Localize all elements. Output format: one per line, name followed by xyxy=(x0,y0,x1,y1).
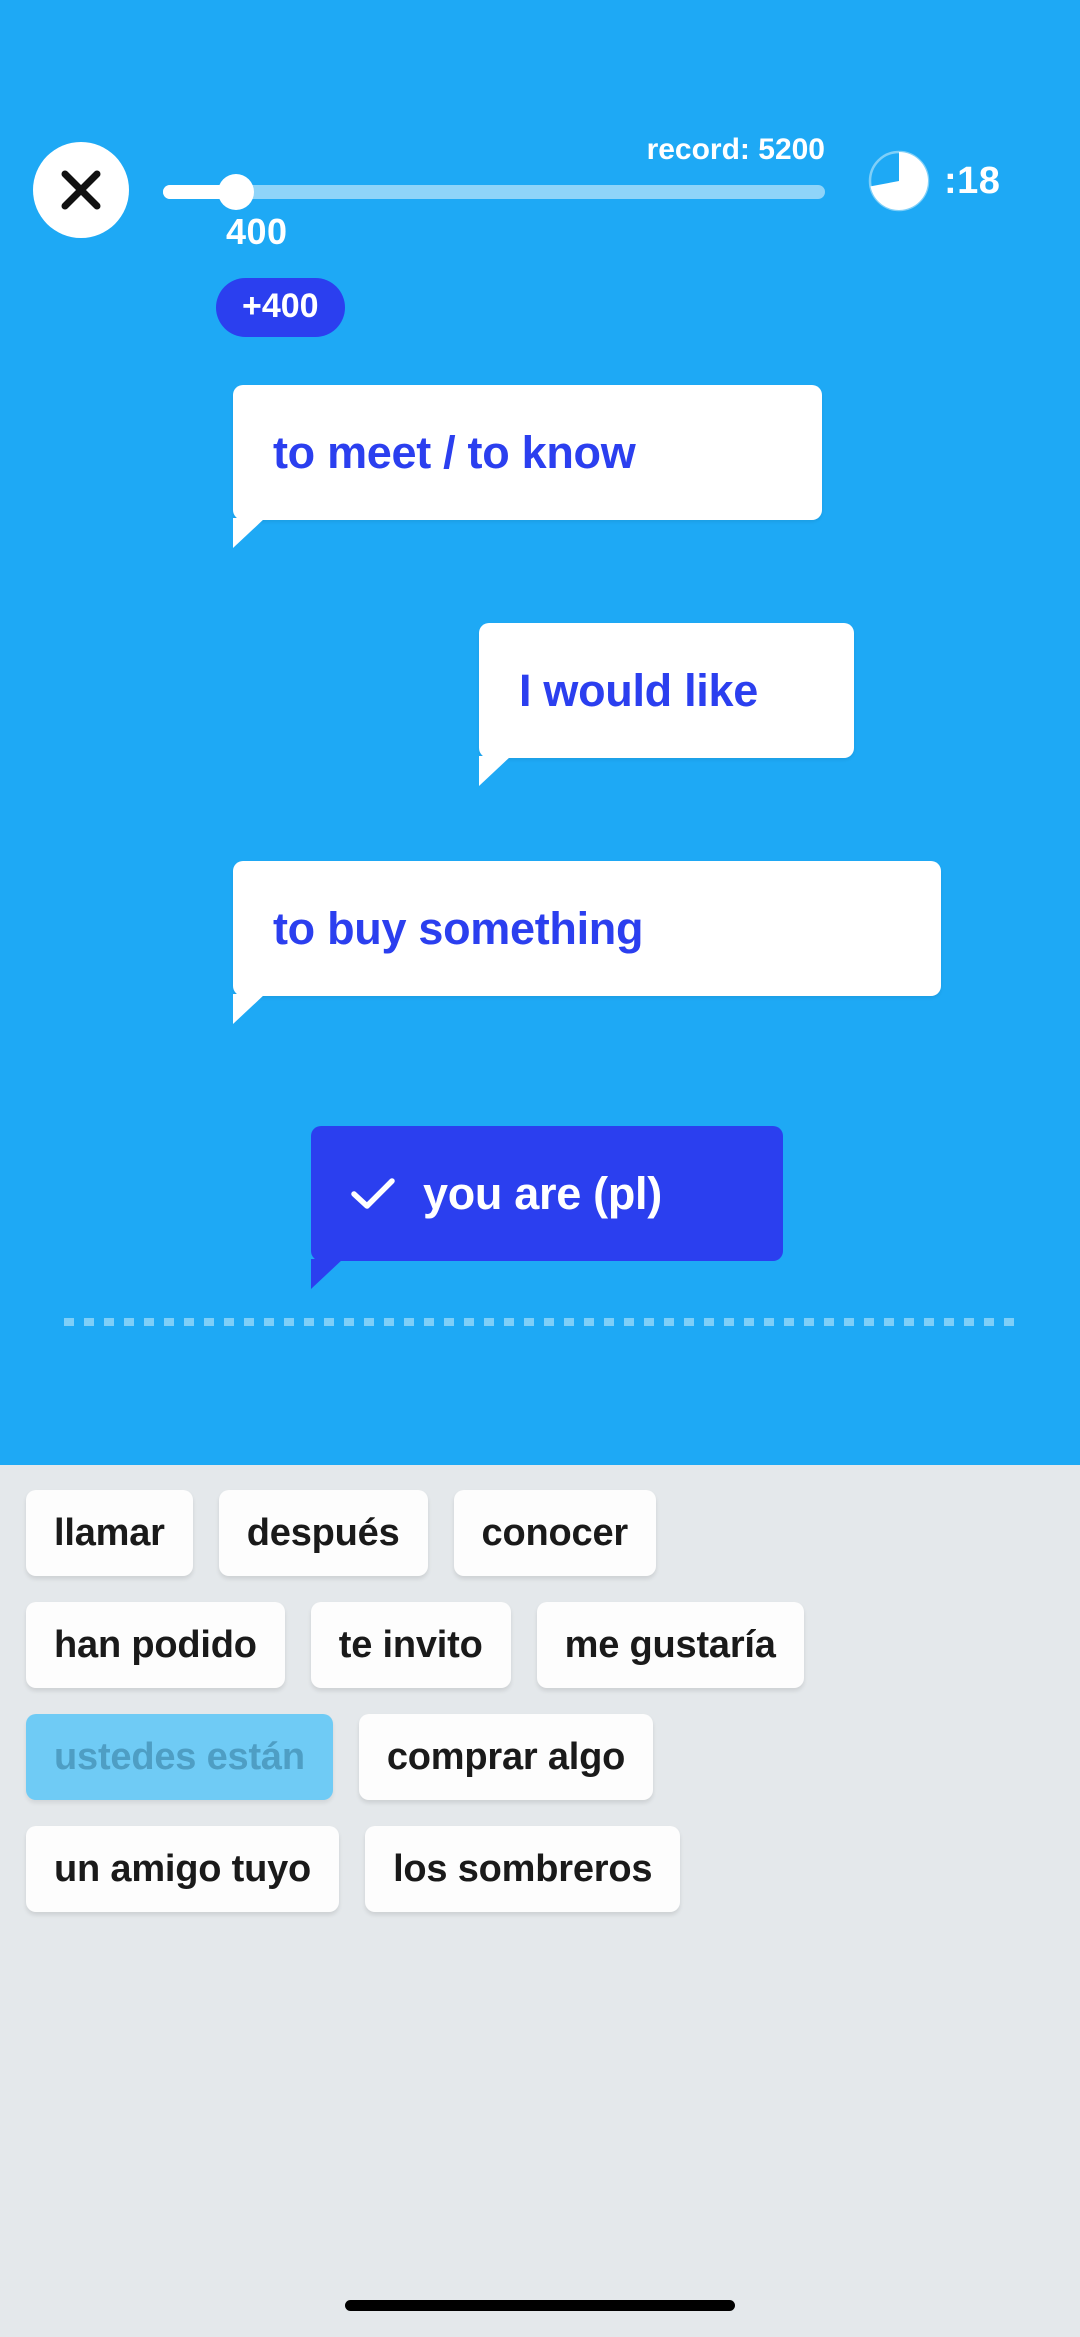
timer-value: :18 xyxy=(944,159,1001,202)
timer-pie-icon xyxy=(868,150,930,212)
slider-thumb[interactable] xyxy=(218,174,254,210)
quiz-panel: 400 record: 5200 :18 +400 to meet / to k… xyxy=(0,0,1080,1465)
word-tile-used[interactable]: ustedes están xyxy=(26,1714,333,1800)
prompt-bubble[interactable]: I would like xyxy=(479,623,854,786)
word-bank-row: llamar después conocer xyxy=(26,1490,1054,1576)
prompt-bubble-label: to buy something xyxy=(273,902,644,954)
check-icon xyxy=(351,1177,395,1209)
close-glyph xyxy=(61,170,101,210)
bubble-tail xyxy=(233,994,265,1024)
word-tile[interactable]: un amigo tuyo xyxy=(26,1826,340,1912)
word-bank-row: un amigo tuyo los sombreros xyxy=(26,1826,1054,1912)
record-label: record: 5200 xyxy=(646,133,825,166)
prompt-bubble-solved[interactable]: you are (pl) xyxy=(311,1126,783,1289)
bubble-tail xyxy=(233,518,265,548)
bubble-tail xyxy=(479,756,511,786)
word-tile[interactable]: comprar algo xyxy=(358,1714,654,1800)
bubble-tail xyxy=(311,1259,343,1289)
score-value: 400 xyxy=(226,211,288,252)
prompt-bubble[interactable]: to meet / to know xyxy=(233,385,822,548)
word-tile[interactable]: los sombreros xyxy=(365,1826,681,1912)
prompt-bubble-content: I would like xyxy=(519,653,814,728)
word-bank: llamar después conocer han podido te invito m… xyxy=(0,1465,1080,2337)
prompt-bubble-row: to meet / to know xyxy=(233,385,1080,548)
hud-bar: 400 record: 5200 :18 xyxy=(0,128,1080,252)
countdown-timer: :18 xyxy=(868,150,1000,212)
app-screen: 400 record: 5200 :18 +400 to meet / to k… xyxy=(0,0,1080,2337)
prompt-bubble-row: I would like xyxy=(479,623,1080,786)
slider-track xyxy=(163,185,825,199)
word-tile[interactable]: después xyxy=(218,1490,428,1576)
word-tile[interactable]: conocer xyxy=(453,1490,656,1576)
word-tile[interactable]: llamar xyxy=(26,1490,193,1576)
prompt-bubble-label: I would like xyxy=(519,664,758,716)
word-bank-row: ustedes están comprar algo xyxy=(26,1714,1054,1800)
prompt-bubble-content: you are (pl) xyxy=(351,1156,743,1231)
prompt-bubble-label: to meet / to know xyxy=(273,426,636,478)
dotted-divider xyxy=(64,1318,1016,1326)
home-indicator xyxy=(345,2300,735,2311)
score-progress-slider[interactable]: 400 record: 5200 xyxy=(163,133,825,252)
points-earned-badge: +400 xyxy=(216,278,345,337)
prompt-bubble-row: you are (pl) xyxy=(311,1126,1080,1289)
close-icon[interactable] xyxy=(33,142,129,238)
word-tile[interactable]: te invito xyxy=(310,1602,511,1688)
word-bank-row: han podido te invito me gustaría xyxy=(26,1602,1054,1688)
prompt-bubble-label: you are (pl) xyxy=(423,1167,662,1219)
prompt-bubble-content: to meet / to know xyxy=(273,415,782,490)
prompt-bubble-content: to buy something xyxy=(273,891,901,966)
prompt-bubble-row: to buy something xyxy=(233,861,1080,1024)
word-tile[interactable]: me gustaría xyxy=(536,1602,804,1688)
word-tile[interactable]: han podido xyxy=(26,1602,285,1688)
prompt-bubble[interactable]: to buy something xyxy=(233,861,941,1024)
